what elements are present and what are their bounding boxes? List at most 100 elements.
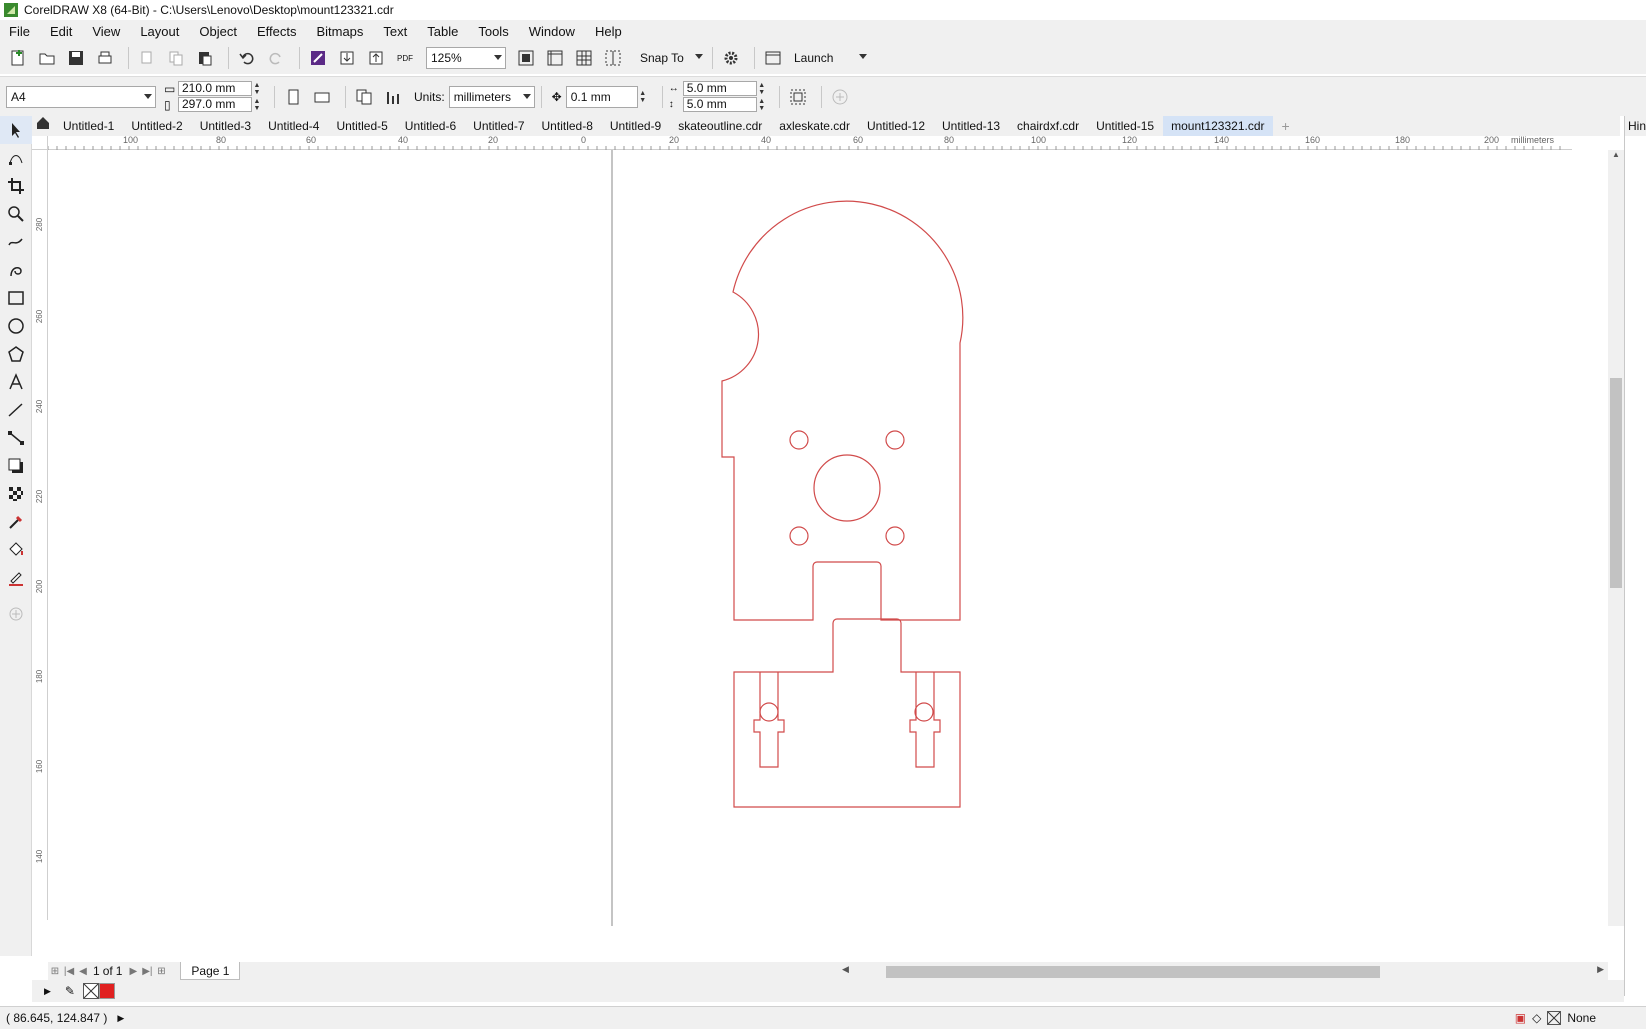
next-page-icon[interactable]: ▶ [126,966,140,977]
paste-button[interactable] [193,46,217,70]
no-color-swatch[interactable] [82,983,99,999]
show-grid-button[interactable] [572,46,596,70]
text-tool[interactable] [0,368,32,396]
fill-bucket-icon[interactable]: ◇ [1532,1011,1541,1025]
palette-expand-icon[interactable]: ▶ [44,986,51,997]
hints-docker-tab[interactable]: Hin [1625,116,1646,136]
ellipse-tool[interactable] [0,312,32,340]
menu-tools[interactable]: Tools [478,24,508,39]
drawing-canvas[interactable] [48,150,1608,926]
treat-as-filled-button[interactable] [786,85,810,109]
artistic-media-tool[interactable] [0,256,32,284]
shape-tool[interactable] [0,144,32,172]
prev-page-icon[interactable]: ◀ [76,966,90,977]
interactive-fill-tool[interactable] [0,536,32,564]
tab-untitled-12[interactable]: Untitled-12 [859,116,933,136]
color-eyedropper-tool[interactable] [0,508,32,536]
quick-customize-button[interactable] [828,85,852,109]
ruler-origin[interactable] [32,136,48,150]
redo-button[interactable] [264,46,288,70]
pick-tool[interactable] [0,116,32,144]
transparency-tool[interactable] [0,480,32,508]
tab-untitled-3[interactable]: Untitled-3 [192,116,259,136]
tab-untitled-4[interactable]: Untitled-4 [260,116,327,136]
horizontal-scroll-thumb[interactable] [886,966,1380,978]
smart-fill-tool[interactable] [0,564,32,592]
tab-untitled-2[interactable]: Untitled-2 [123,116,190,136]
red-color-swatch[interactable] [98,983,115,999]
application-launcher-icon-button[interactable] [761,46,785,70]
tab-chairdxf[interactable]: chairdxf.cdr [1009,116,1087,136]
portrait-button[interactable] [281,85,305,109]
status-expand-icon[interactable]: ▶ [117,1013,124,1024]
duplicate-y-field[interactable]: 5.0 mm [682,97,757,112]
polygon-tool[interactable] [0,340,32,368]
tab-untitled-7[interactable]: Untitled-7 [465,116,532,136]
publish-pdf-button[interactable]: PDF [393,46,417,70]
tab-axleskate[interactable]: axleskate.cdr [771,116,858,136]
page-width-field[interactable]: 210.0 mm [178,81,252,96]
first-page-icon[interactable]: |◀ [62,966,76,977]
spinner-icon[interactable]: ▲ ▼ [638,90,648,104]
tab-mount123321[interactable]: mount123321.cdr [1163,116,1273,136]
options-button[interactable] [719,46,743,70]
horizontal-scrollbar[interactable]: ◀ ▶ [838,962,1608,980]
welcome-home-tab[interactable] [32,116,54,136]
menu-bitmaps[interactable]: Bitmaps [316,24,363,39]
all-pages-button[interactable] [352,85,376,109]
motor-mount-drawing[interactable] [721,200,964,808]
print-button[interactable] [93,46,117,70]
tab-untitled-8[interactable]: Untitled-8 [534,116,601,136]
hints-docker[interactable]: Hin [1624,116,1646,996]
page-size-select[interactable]: A4 [6,85,156,108]
drop-shadow-tool[interactable] [0,452,32,480]
eyedropper-icon[interactable]: ✎ [65,984,75,998]
current-page-button[interactable] [381,85,405,109]
tab-untitled-1[interactable]: Untitled-1 [55,116,122,136]
show-rulers-button[interactable] [543,46,567,70]
add-page-before-icon[interactable]: ⊞ [48,966,62,977]
menu-effects[interactable]: Effects [257,24,297,39]
tab-untitled-13[interactable]: Untitled-13 [934,116,1008,136]
menu-table[interactable]: Table [427,24,458,39]
crop-tool[interactable] [0,172,32,200]
vertical-scrollbar[interactable]: ▲ [1608,150,1624,926]
full-screen-button[interactable] [514,46,538,70]
tab-untitled-15[interactable]: Untitled-15 [1088,116,1162,136]
menu-file[interactable]: File [9,24,30,39]
menu-edit[interactable]: Edit [50,24,72,39]
import-button[interactable] [335,46,359,70]
nudge-distance-field[interactable]: 0.1 mm [565,85,638,108]
landscape-button[interactable] [310,85,334,109]
scroll-right-icon[interactable]: ▶ [1597,964,1604,975]
tab-untitled-9[interactable]: Untitled-9 [602,116,669,136]
menu-help[interactable]: Help [595,24,622,39]
open-button[interactable] [35,46,59,70]
tab-untitled-5[interactable]: Untitled-5 [328,116,395,136]
search-content-button[interactable] [306,46,330,70]
freehand-tool[interactable] [0,228,32,256]
page-height-field[interactable]: 297.0 mm [178,97,252,112]
spinner-icon[interactable]: ▲ ▼ [757,82,767,96]
tab-untitled-6[interactable]: Untitled-6 [397,116,464,136]
horizontal-ruler[interactable]: 100 80 60 40 20 0 20 40 60 80 100 120 14… [48,135,1572,150]
quick-customize-tools[interactable] [0,600,32,628]
zoom-tool[interactable] [0,200,32,228]
connector-tool[interactable] [0,424,32,452]
undo-button[interactable] [235,46,259,70]
export-button[interactable] [364,46,388,70]
menu-layout[interactable]: Layout [140,24,179,39]
units-select[interactable]: millimeters [448,85,535,108]
menu-view[interactable]: View [92,24,120,39]
new-tab-plus-icon[interactable]: + [1274,116,1298,136]
show-guidelines-button[interactable] [601,46,625,70]
menu-object[interactable]: Object [199,24,237,39]
spinner-icon[interactable]: ▲ ▼ [252,82,262,96]
parallel-dimension-tool[interactable] [0,396,32,424]
last-page-icon[interactable]: ▶| [140,966,154,977]
menu-window[interactable]: Window [529,24,575,39]
spinner-icon[interactable]: ▲ ▼ [757,98,767,112]
new-document-button[interactable] [6,46,30,70]
scroll-up-icon[interactable]: ▲ [1608,150,1624,159]
snap-to-dropdown[interactable]: Snap To [636,47,706,69]
